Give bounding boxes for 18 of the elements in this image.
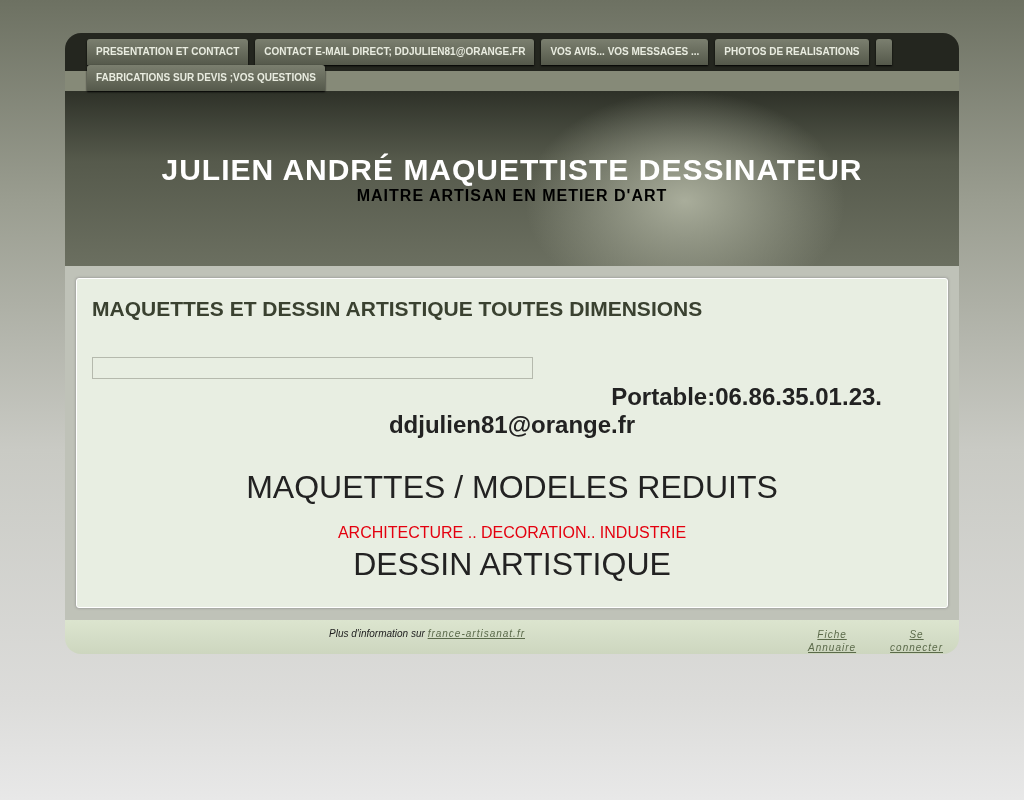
page-heading: MAQUETTES ET DESSIN ARTISTIQUE TOUTES DIMENSIONS [92, 297, 704, 321]
site-title: JULIEN ANDRÉ MAQUETTISTE DESSINATEUR [161, 152, 863, 187]
footer-link[interactable]: Fiche Annuaire [808, 628, 857, 654]
nav-tab[interactable]: CONTACT E-MAIL DIRECT; DDJULIEN81@ORANGE.FR [255, 39, 535, 65]
footer-info: Plus d'information sur [329, 628, 426, 639]
footer-link[interactable]: Se connecter [890, 628, 943, 654]
site-subtitle: MAITRE ARTISAN EN METIER D'ART [356, 186, 668, 205]
subheadline: DESSIN ARTISTIQUE [353, 546, 671, 582]
nav-tab[interactable]: VOS AVIS... VOS MESSAGES ... [541, 39, 709, 65]
footer-link[interactable]: france-artisanat.fr [427, 628, 525, 639]
empty-nav-tab[interactable] [875, 39, 892, 65]
nav-tab[interactable]: PRESENTATION ET CONTACT [87, 39, 249, 65]
phone-number: Portable:06.86.35.01.23. [611, 383, 882, 410]
email-address: ddjulien81@orange.fr [388, 411, 636, 438]
categories-text: ARCHITECTURE .. DECORATION.. INDUSTRIE [337, 524, 687, 541]
nav-tab[interactable]: PHOTOS DE REALISATIONS [715, 39, 869, 65]
nav-tab[interactable]: FABRICATIONS SUR DEVIS ;VOS QUESTIONS [87, 65, 325, 91]
headline: MAQUETTES / MODELES REDUITS [246, 469, 778, 505]
